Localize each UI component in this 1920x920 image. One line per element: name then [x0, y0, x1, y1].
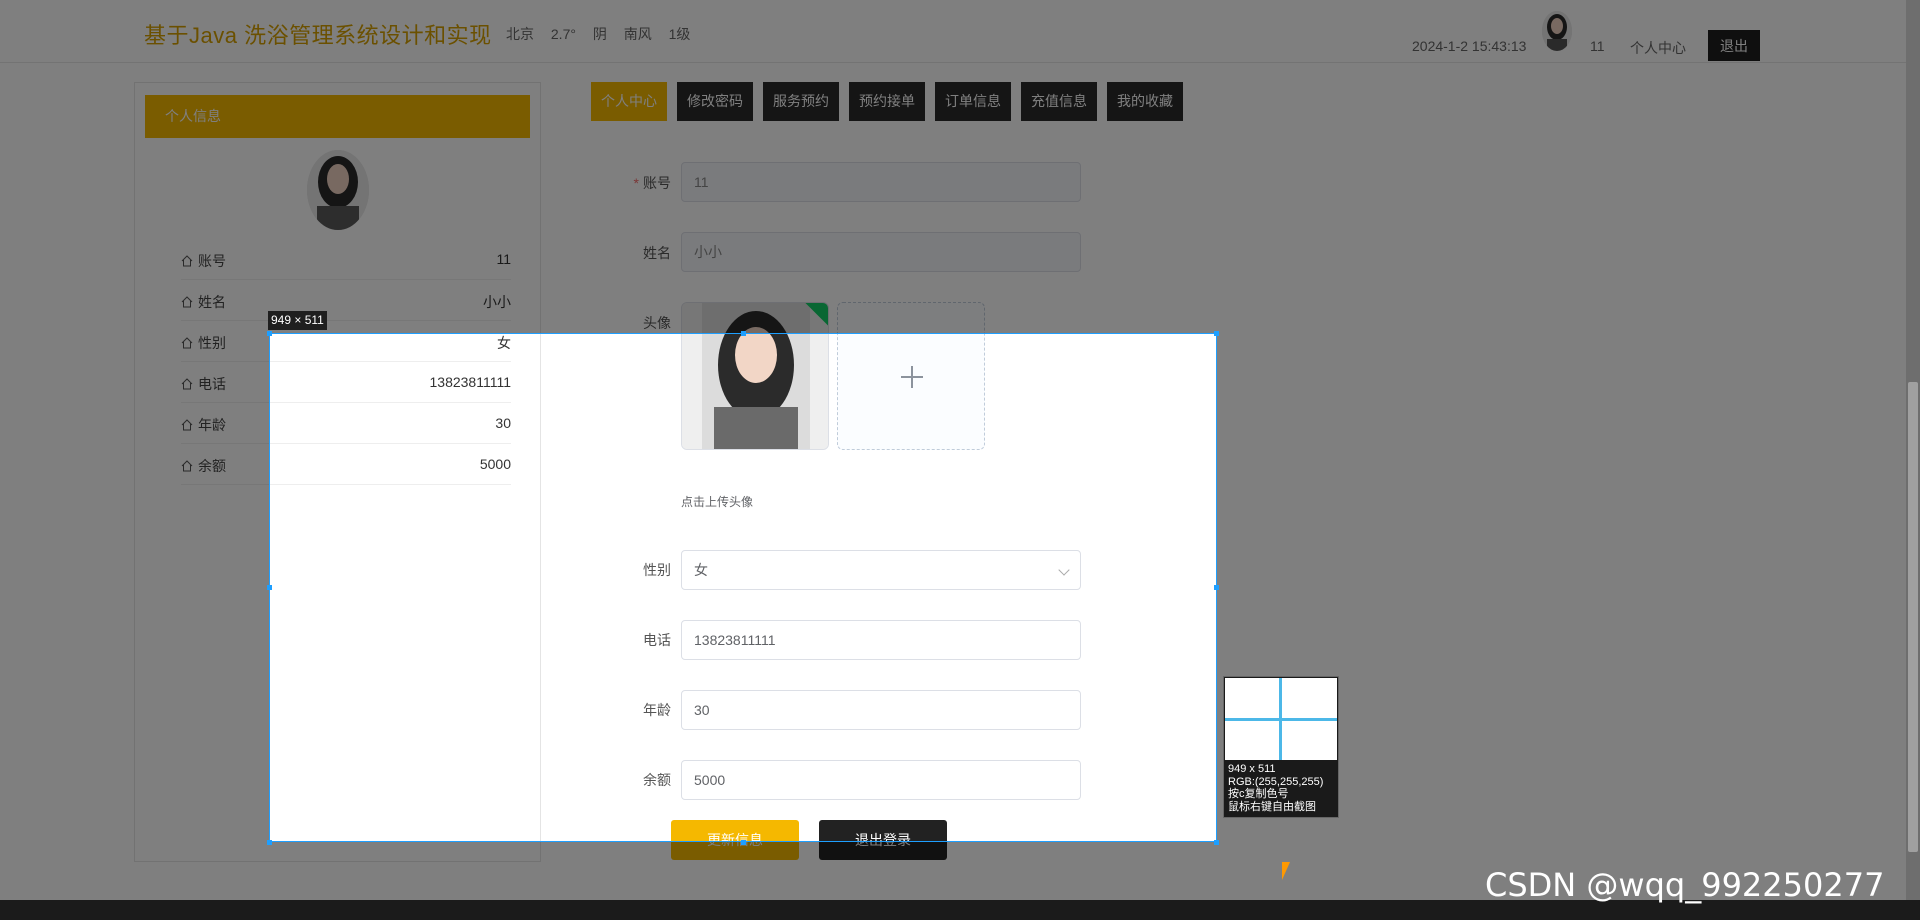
screenshot-dim-overlay	[0, 333, 269, 842]
resize-handle[interactable]	[741, 331, 746, 336]
resize-handle[interactable]	[267, 585, 272, 590]
resize-handle[interactable]	[1214, 840, 1219, 845]
page-scrollbar[interactable]	[1906, 0, 1920, 900]
magnifier-size: 949 x 511	[1228, 763, 1276, 775]
magnifier-rgb: RGB:(255,255,255)	[1228, 775, 1324, 788]
resize-handle[interactable]	[1214, 331, 1219, 336]
selection-size-tag: 949 × 511	[268, 311, 327, 330]
resize-handle[interactable]	[267, 840, 272, 845]
magnifier-copy-hint: 按c复制色号	[1228, 788, 1289, 800]
scrollbar-thumb[interactable]	[1908, 382, 1918, 852]
magnifier-right-click-hint: 鼠标右键自由截图	[1228, 800, 1316, 813]
magnifier-view	[1225, 678, 1337, 760]
resize-handle[interactable]	[267, 331, 272, 336]
resize-handle[interactable]	[741, 840, 746, 845]
mouse-cursor-icon	[1282, 862, 1298, 880]
capture-selection-border[interactable]	[269, 333, 1217, 842]
csdn-watermark: CSDN @wqq_992250277	[1485, 866, 1885, 904]
resize-handle[interactable]	[1214, 585, 1219, 590]
screenshot-dim-overlay	[0, 0, 1920, 333]
magnifier-info: 949 x 511 RGB:(255,255,255) 按c复制色号 鼠标右键自…	[1228, 763, 1323, 813]
capture-magnifier: 949 x 511 RGB:(255,255,255) 按c复制色号 鼠标右键自…	[1223, 676, 1339, 818]
